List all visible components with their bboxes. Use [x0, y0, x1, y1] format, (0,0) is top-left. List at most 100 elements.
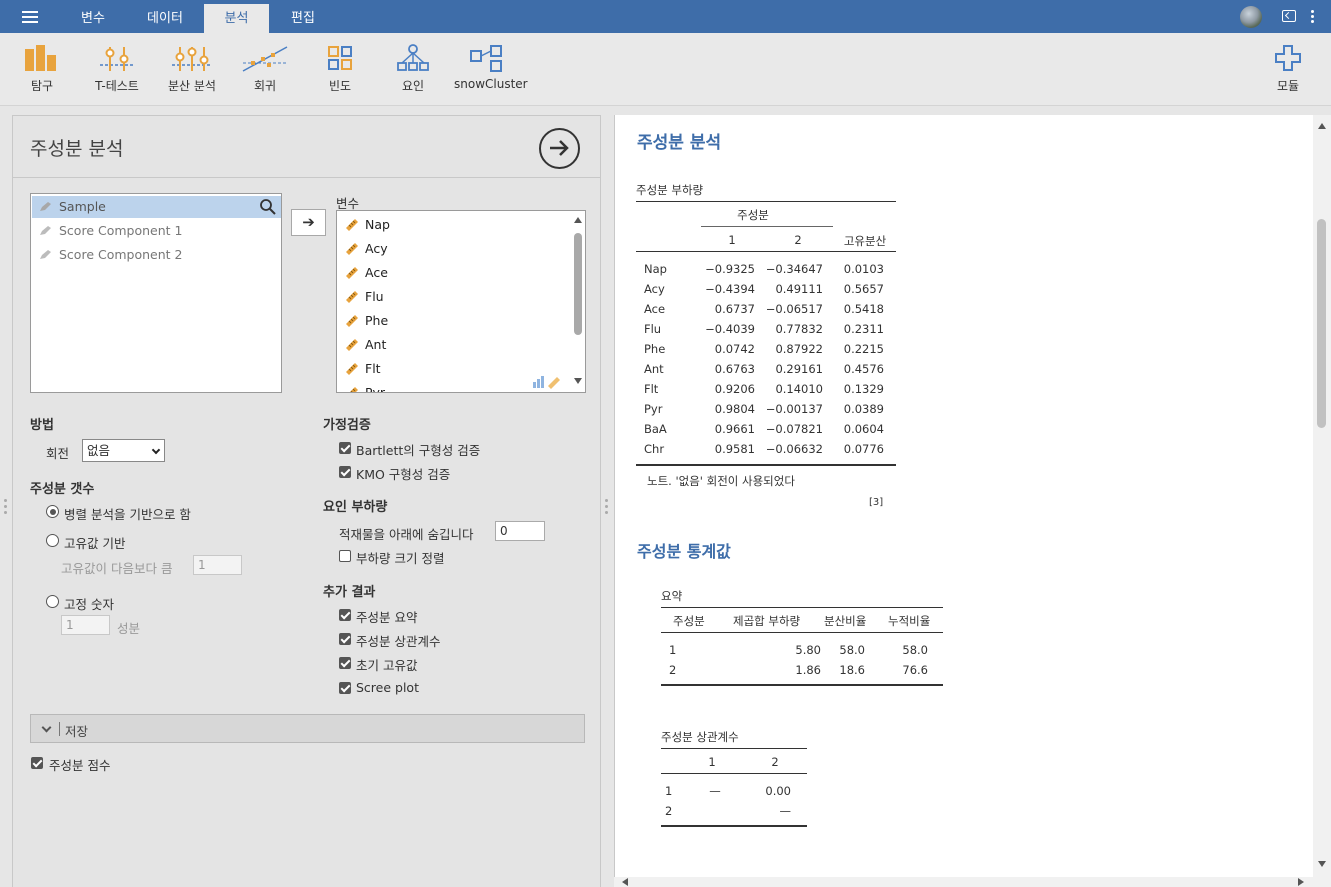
splitter-grip[interactable]	[605, 499, 608, 515]
row-name: Chr	[644, 442, 665, 456]
hide-loadings-input[interactable]: 0	[495, 521, 545, 541]
row-name: BaA	[644, 422, 667, 436]
source-var-label: Score Component 2	[59, 247, 183, 262]
summary-checkbox[interactable]	[339, 609, 351, 621]
results-scroll-thumb[interactable]	[1317, 219, 1326, 428]
reference-marker[interactable]: [3]	[869, 497, 883, 508]
side-panel-icon[interactable]	[1282, 10, 1296, 22]
cell-uniqueness: 0.0604	[843, 422, 884, 436]
scree-plot-checkbox[interactable]	[339, 682, 351, 694]
snowcluster-button[interactable]: snowCluster	[454, 43, 528, 99]
sort-loadings-checkbox[interactable]	[339, 550, 351, 562]
fixed-number-radio[interactable]	[46, 595, 59, 608]
factor-icon	[397, 44, 429, 71]
source-var-sample[interactable]: Sample	[32, 196, 281, 218]
rotation-label: 회전	[46, 446, 70, 461]
chevron-down-icon	[151, 445, 161, 455]
run-arrow-button[interactable]	[539, 128, 580, 169]
fixed-number-input[interactable]: 1	[61, 615, 110, 635]
eigen-threshold-input[interactable]: 1	[193, 555, 242, 575]
summary-label: 주성분 요약	[356, 610, 418, 625]
cell-uniqueness: 0.2215	[843, 342, 884, 356]
cell-c1: 0.9581	[714, 442, 755, 456]
search-icon[interactable]	[259, 198, 277, 216]
var-label: Pyr	[365, 385, 386, 393]
var-label: Nap	[365, 217, 390, 232]
tab-data[interactable]: 데이터	[136, 4, 194, 33]
move-to-variables-button[interactable]: ➔	[291, 209, 326, 236]
source-variables-list[interactable]: Sample Score Component 1 Score Component…	[30, 193, 282, 393]
continuous-ruler-icon	[346, 219, 358, 231]
var-item-flu[interactable]: Flu	[338, 285, 570, 309]
component-scores-checkbox[interactable]	[31, 757, 43, 769]
factor-button[interactable]: 요인	[393, 43, 433, 99]
cell-c1: 0.9661	[714, 422, 755, 436]
tab-edit[interactable]: 편집	[278, 4, 328, 33]
col-header-1: 1	[728, 233, 736, 247]
var-item-nap[interactable]: Nap	[338, 213, 570, 237]
cell-uniqueness: 0.2311	[843, 322, 884, 336]
cell-c2: −0.34647	[765, 262, 823, 276]
source-var-score-2[interactable]: Score Component 2	[32, 244, 281, 266]
rotation-select[interactable]: 없음	[82, 439, 165, 462]
frequencies-button[interactable]: 빈도	[320, 43, 360, 99]
table-rule	[661, 607, 943, 608]
anova-button[interactable]: 분산 분석	[164, 43, 220, 99]
kmo-checkbox[interactable]	[339, 466, 351, 478]
exploration-button[interactable]: 탐구	[20, 43, 64, 99]
regression-button[interactable]: 회귀	[240, 43, 290, 99]
hide-loadings-label: 적재물을 아래에 숨깁니다	[339, 527, 474, 542]
correlations-checkbox[interactable]	[339, 633, 351, 645]
target-variables-list[interactable]: Nap Acy Ace Flu Phe Ant Flt Pyr	[336, 210, 586, 393]
col-header-2: 2	[794, 233, 802, 247]
additional-output-heading: 추가 결과	[323, 585, 376, 600]
rotation-value: 없음	[87, 443, 111, 458]
variables-scroll-thumb[interactable]	[574, 233, 582, 335]
eigenvalue-radio[interactable]	[46, 534, 59, 547]
summary-header-variance: 분산비율	[824, 614, 867, 628]
source-var-score-1[interactable]: Score Component 1	[32, 220, 281, 242]
var-item-acy[interactable]: Acy	[338, 237, 570, 261]
bartlett-checkbox[interactable]	[339, 442, 351, 454]
continuous-ruler-icon	[346, 339, 358, 351]
var-item-ace[interactable]: Ace	[338, 261, 570, 285]
tab-variables[interactable]: 변수	[68, 4, 118, 33]
cell-uniqueness: 0.4576	[843, 362, 884, 376]
user-avatar[interactable]	[1240, 6, 1262, 28]
plus-icon	[1275, 45, 1301, 71]
frequencies-icon	[328, 46, 352, 70]
tab-analyses[interactable]: 분석	[204, 4, 269, 33]
title-divider	[13, 177, 600, 178]
more-options-icon[interactable]	[1309, 10, 1317, 24]
left-resize-grip[interactable]	[4, 499, 7, 515]
results-vertical-scrollbar[interactable]	[1313, 115, 1331, 887]
hamburger-menu-icon[interactable]	[16, 7, 44, 27]
save-section-toggle[interactable]: 저장	[30, 714, 585, 743]
top-menu-bar: 변수 데이터 분석 편집	[0, 0, 1331, 33]
var-item-ant[interactable]: Ant	[338, 333, 570, 357]
parallel-analysis-radio[interactable]	[46, 505, 59, 518]
kmo-label: KMO 구형성 검증	[356, 467, 451, 482]
corr-table-title: 주성분 상관계수	[661, 730, 739, 744]
summary-cell: 2	[669, 663, 677, 677]
variables-scrollbar[interactable]	[571, 211, 585, 392]
factor-label: 요인	[401, 79, 425, 93]
corr-header: 2	[771, 755, 779, 769]
eigenvalues-checkbox[interactable]	[339, 657, 351, 669]
nominal-pencil-icon	[40, 226, 51, 235]
assumptions-heading: 가정검증	[323, 418, 371, 433]
row-name: Ant	[644, 362, 664, 376]
cell-uniqueness: 0.0389	[843, 402, 884, 416]
snowcluster-label: snowCluster	[454, 77, 528, 91]
cell-c1: 0.9804	[714, 402, 755, 416]
results-horizontal-scrollbar[interactable]	[614, 877, 1313, 887]
corr-cell: —	[779, 804, 792, 818]
scroll-arrows-icon	[622, 878, 1304, 886]
row-name: Phe	[644, 342, 666, 356]
table-rule	[661, 684, 943, 686]
continuous-ruler-icon	[346, 315, 358, 327]
modules-button[interactable]: 모듈	[1270, 43, 1306, 99]
ttest-button[interactable]: T-테스트	[90, 43, 144, 99]
continuous-ruler-icon	[346, 363, 358, 375]
var-item-phe[interactable]: Phe	[338, 309, 570, 333]
